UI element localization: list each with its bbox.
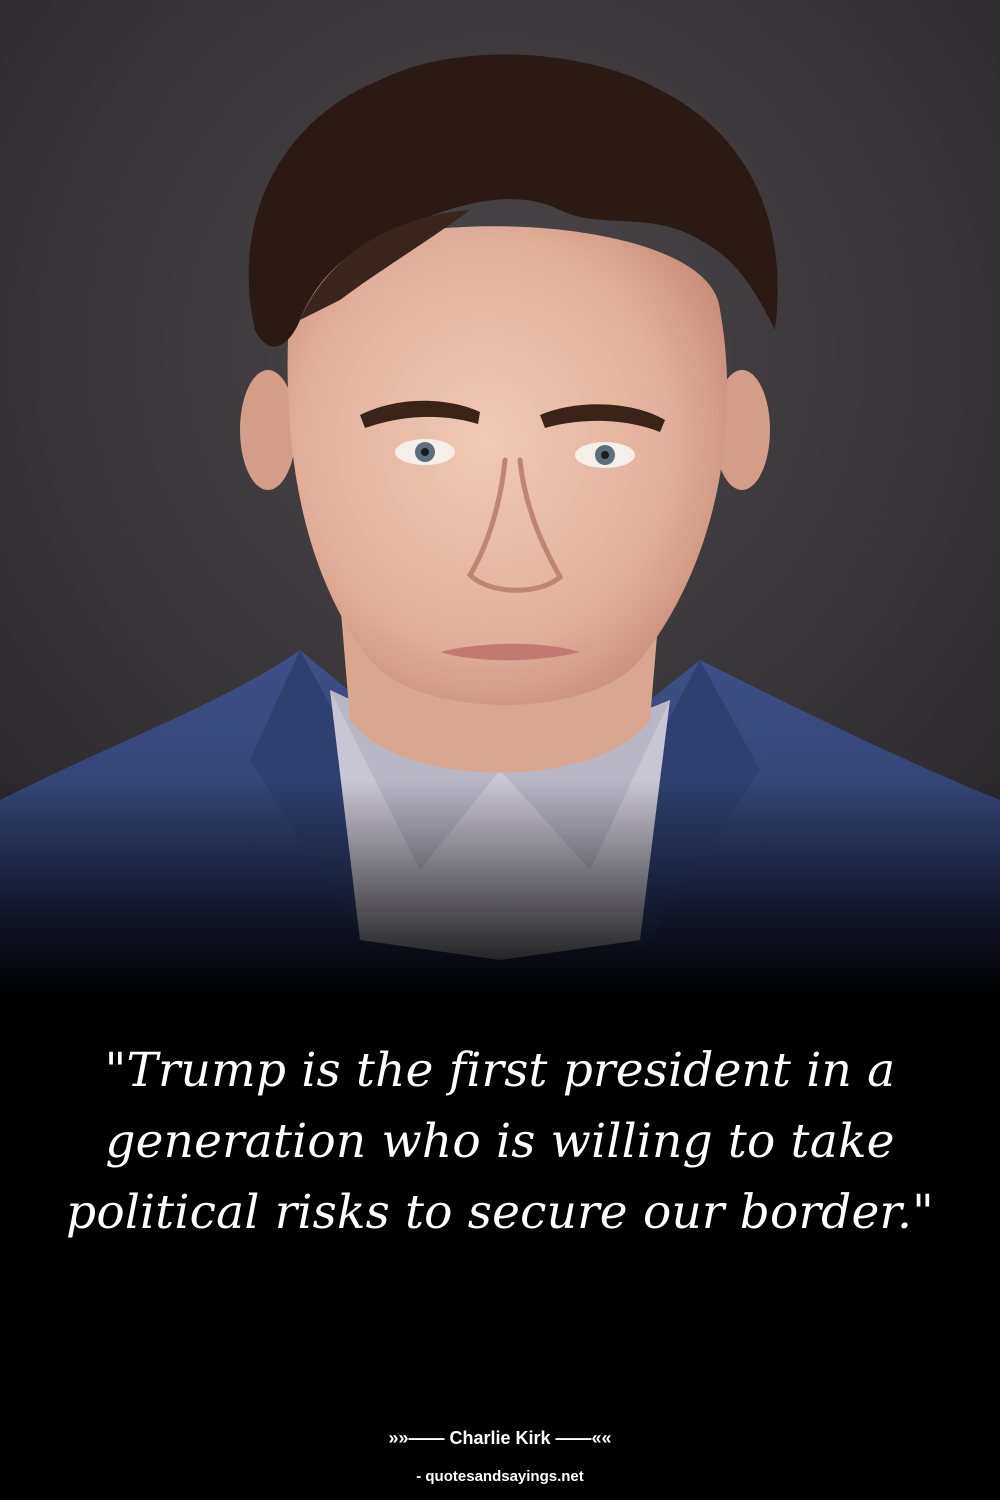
portrait-photo [0,0,1000,1000]
quote-text: "Trump is the first president in a gener… [66,1043,934,1240]
portrait-illustration [0,0,1000,1000]
quote-author: »»—— Charlie Kirk ——«« [388,1428,612,1448]
source-credit: - quotesandsayings.net [416,1468,584,1485]
quote-card: "Trump is the first president in a gener… [0,0,1000,1500]
